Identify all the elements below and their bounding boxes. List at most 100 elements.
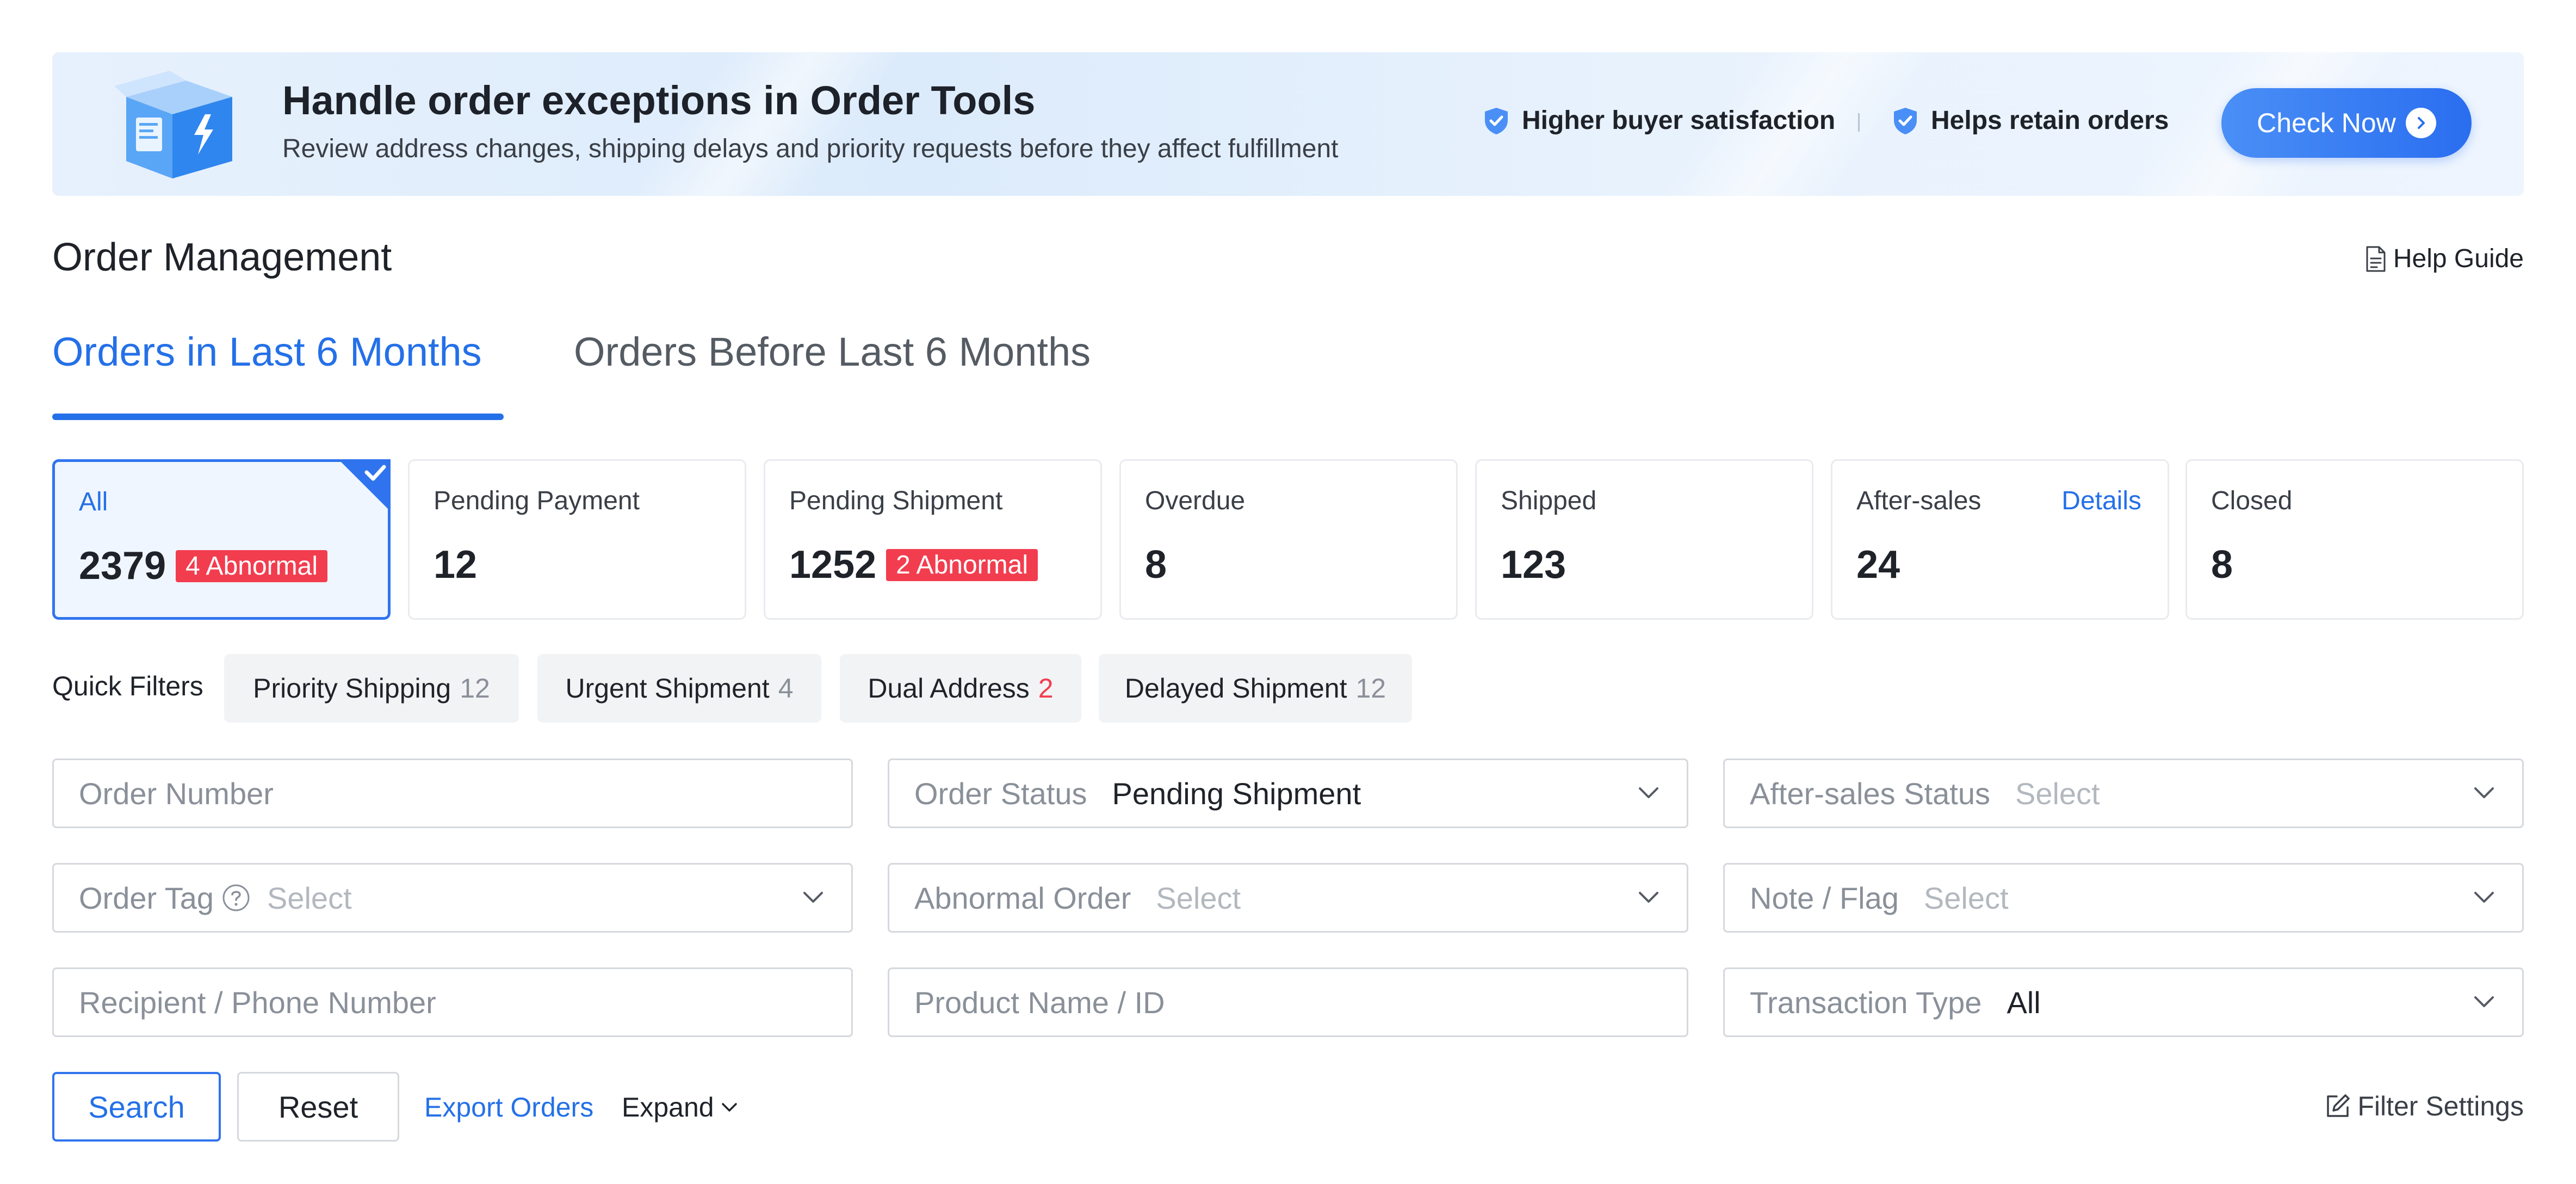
chevron-down-icon	[2474, 787, 2494, 798]
export-orders-link[interactable]: Export Orders	[424, 1092, 593, 1123]
chip-count: 12	[1355, 673, 1386, 704]
benefit-label: Higher buyer satisfaction	[1522, 106, 1836, 135]
chip-label: Priority Shipping	[253, 673, 451, 704]
abnormal-badge: 4 Abnormal	[176, 550, 327, 582]
banner-decoration	[627, 52, 902, 196]
field-label: Abnormal Order	[914, 880, 1131, 915]
chevron-down-icon	[1639, 787, 1658, 798]
quick-filter-urgent-shipment[interactable]: Urgent Shipment 4	[537, 654, 821, 723]
field-placeholder: Select	[1923, 880, 2009, 915]
status-card-label: Closed	[2211, 486, 2293, 515]
status-card-label: After-sales	[1856, 486, 1981, 515]
question-circle-icon[interactable]	[221, 883, 251, 912]
search-button[interactable]: Search	[52, 1072, 221, 1142]
field-label: Note / Flag	[1750, 880, 1899, 915]
active-tab-indicator	[52, 414, 504, 420]
quick-filter-priority-shipping[interactable]: Priority Shipping 12	[224, 654, 519, 723]
field-value: All	[2007, 985, 2041, 1020]
status-card-pending-payment[interactable]: Pending Payment 12	[408, 459, 746, 620]
order-number-placeholder: Order Number	[79, 776, 274, 811]
count-value: 1252	[789, 543, 877, 587]
transaction-type-select[interactable]: Transaction Type All	[1723, 967, 2524, 1037]
field-placeholder: Select	[267, 880, 352, 915]
promo-banner: Handle order exceptions in Order Tools R…	[52, 52, 2524, 196]
status-card-label: Overdue	[1145, 486, 1246, 515]
status-card-count: 8	[1145, 543, 1167, 587]
status-card-label: Pending Shipment	[789, 486, 1003, 515]
status-card-shipped[interactable]: Shipped 123	[1475, 459, 1813, 620]
status-card-label: Pending Payment	[434, 486, 640, 515]
order-number-input[interactable]: Order Number	[52, 758, 853, 828]
benefit-label: Helps retain orders	[1931, 106, 2169, 135]
product-placeholder: Product Name / ID	[914, 985, 1165, 1020]
after-sales-details-link[interactable]: Details	[2061, 486, 2141, 516]
chevron-down-icon	[1639, 892, 1658, 903]
field-placeholder: Select	[1156, 880, 1241, 915]
filter-settings-label: Filter Settings	[2357, 1091, 2524, 1121]
quick-filters-label: Quick Filters	[52, 671, 203, 701]
order-management-page: Handle order exceptions in Order Tools R…	[0, 0, 2576, 1184]
help-guide-label: Help Guide	[2393, 244, 2524, 273]
recipient-placeholder: Recipient / Phone Number	[79, 985, 436, 1020]
status-card-count: 1252 2 Abnormal	[789, 542, 1038, 587]
chevron-right-icon	[2405, 108, 2436, 138]
status-card-label: Shipped	[1501, 486, 1597, 515]
field-label: Transaction Type	[1750, 985, 1982, 1020]
filter-settings-link[interactable]: Filter Settings	[2324, 1090, 2524, 1122]
note-flag-select[interactable]: Note / Flag Select	[1723, 863, 2524, 933]
product-name-id-input[interactable]: Product Name / ID	[888, 967, 1688, 1037]
status-card-overdue[interactable]: Overdue 8	[1119, 459, 1458, 620]
chip-count: 4	[778, 673, 794, 704]
order-tag-select[interactable]: Order Tag Select	[52, 863, 853, 933]
chevron-down-icon	[2474, 892, 2494, 903]
chevron-down-icon	[803, 892, 823, 903]
status-card-after-sales[interactable]: After-sales Details 24	[1831, 459, 2169, 620]
check-now-button[interactable]: Check Now	[2221, 88, 2472, 158]
chip-count: 2	[1038, 673, 1054, 704]
banner-title: Handle order exceptions in Order Tools	[282, 78, 1036, 123]
status-card-count: 2379 4 Abnormal	[79, 544, 327, 588]
status-card-count: 12	[434, 543, 478, 587]
page-title: Order Management	[52, 236, 392, 279]
chip-label: Delayed Shipment	[1124, 673, 1347, 704]
package-icon	[114, 71, 232, 178]
selected-check-icon	[338, 459, 391, 511]
status-card-closed[interactable]: Closed 8	[2185, 459, 2524, 620]
tab-last-6-months[interactable]: Orders in Last 6 Months	[52, 329, 482, 375]
chevron-down-icon	[2474, 996, 2494, 1007]
expand-label: Expand	[622, 1092, 714, 1123]
benefit-retain: Helps retain orders	[1891, 106, 2169, 135]
chevron-down-icon	[721, 1103, 737, 1112]
field-value: Pending Shipment	[1112, 776, 1361, 811]
status-card-all[interactable]: All 2379 4 Abnormal	[52, 459, 391, 620]
field-placeholder: Select	[2015, 776, 2100, 811]
after-sales-status-select[interactable]: After-sales Status Select	[1723, 758, 2524, 828]
status-card-count: 24	[1856, 543, 1900, 587]
status-card-count: 8	[2211, 543, 2233, 587]
banner-description: Review address changes, shipping delays …	[282, 134, 1339, 163]
reset-button[interactable]: Reset	[237, 1072, 399, 1142]
shield-check-icon	[1485, 107, 1508, 134]
field-label: Order Status	[914, 776, 1087, 811]
quick-filter-dual-address[interactable]: Dual Address 2	[840, 654, 1081, 723]
benefit-divider	[1858, 113, 1860, 132]
abnormal-badge: 2 Abnormal	[886, 548, 1038, 581]
field-label: After-sales Status	[1750, 776, 1990, 811]
count-value: 2379	[79, 544, 166, 588]
expand-toggle[interactable]: Expand	[622, 1092, 738, 1123]
recipient-phone-input[interactable]: Recipient / Phone Number	[52, 967, 853, 1037]
status-card-label: All	[79, 488, 108, 516]
help-guide-link[interactable]: Help Guide	[2364, 244, 2524, 274]
abnormal-order-select[interactable]: Abnormal Order Select	[888, 863, 1688, 933]
shield-check-icon	[1894, 107, 1917, 134]
document-icon	[2366, 246, 2386, 272]
benefit-satisfaction: Higher buyer satisfaction	[1482, 106, 1835, 135]
edit-icon	[2327, 1094, 2350, 1117]
tab-before-6-months[interactable]: Orders Before Last 6 Months	[574, 329, 1091, 375]
status-card-pending-shipment[interactable]: Pending Shipment 1252 2 Abnormal	[764, 459, 1102, 620]
order-status-select[interactable]: Order Status Pending Shipment	[888, 758, 1688, 828]
quick-filter-delayed-shipment[interactable]: Delayed Shipment 12	[1099, 654, 1412, 723]
chip-count: 12	[460, 673, 490, 704]
check-now-label: Check Now	[2257, 108, 2396, 138]
field-label: Order Tag	[79, 880, 214, 915]
